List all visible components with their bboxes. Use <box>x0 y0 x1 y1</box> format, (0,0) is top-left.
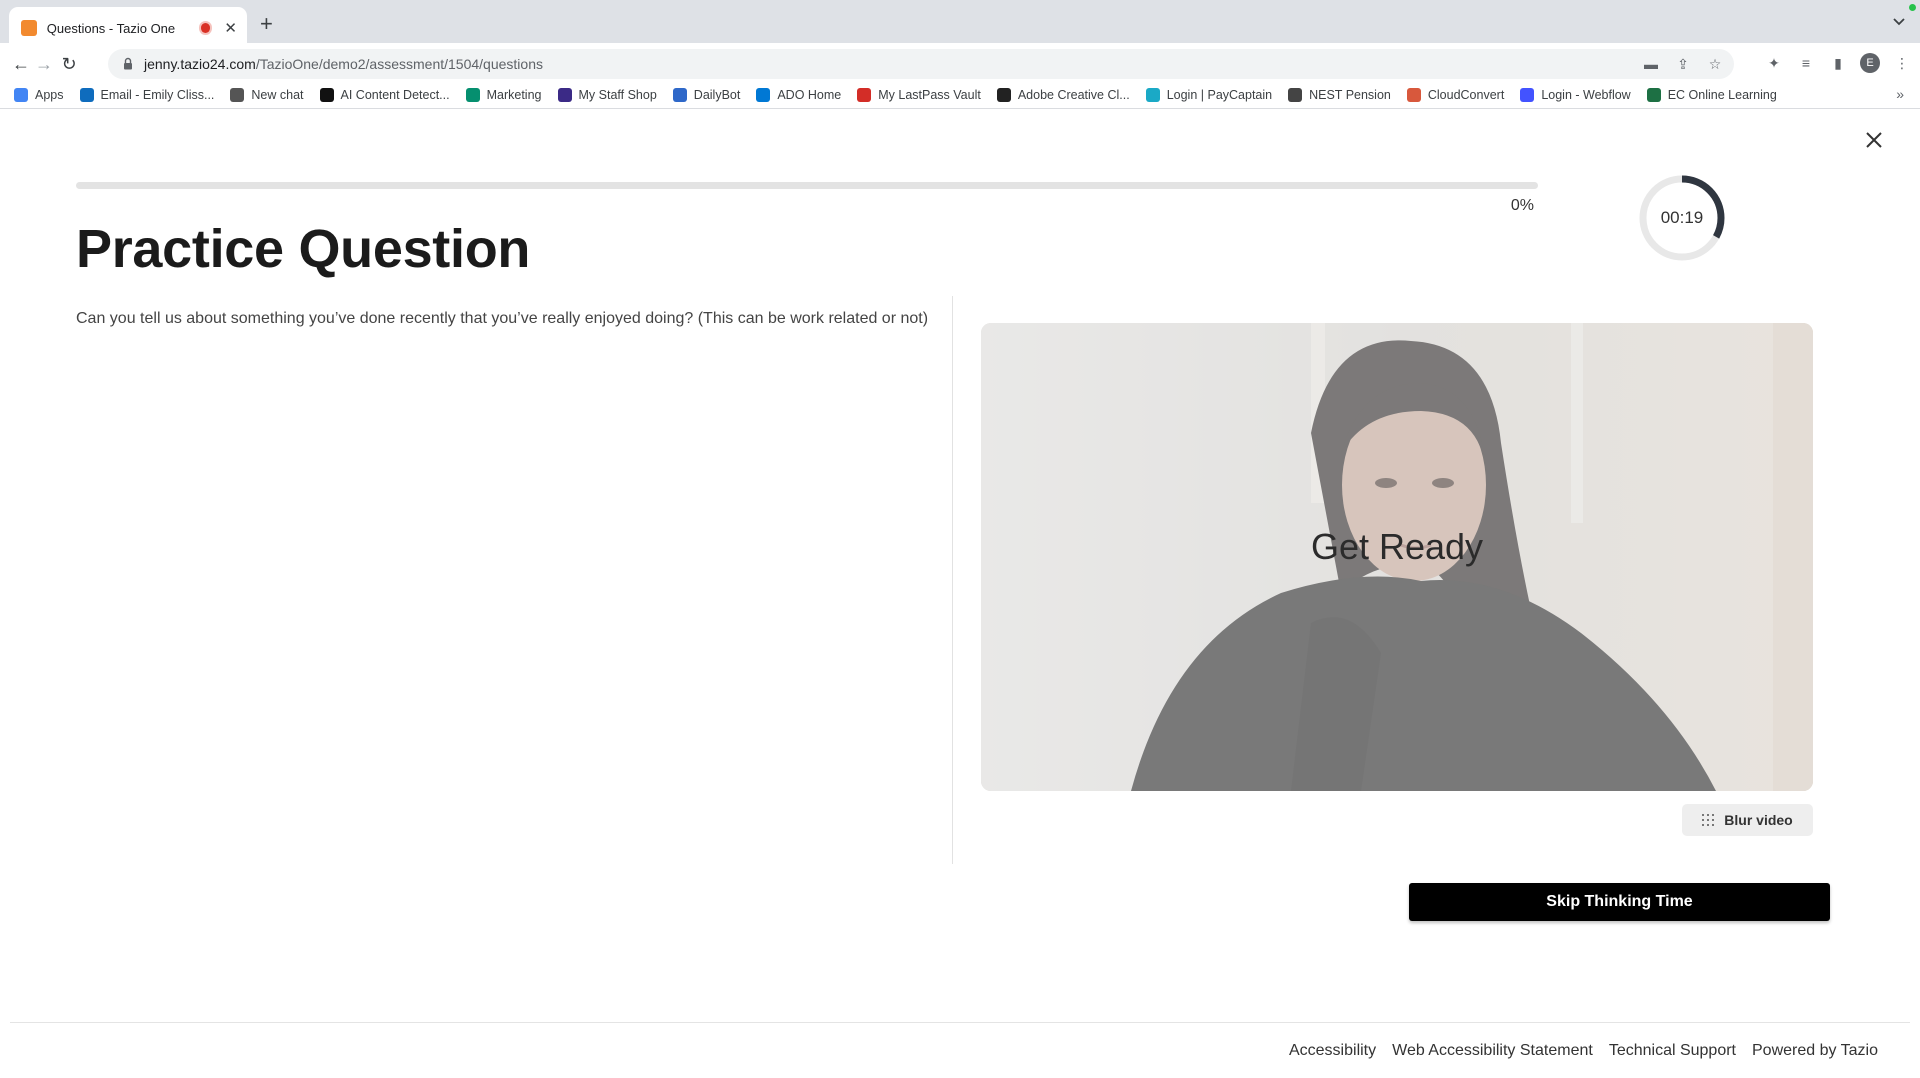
skip-thinking-time-button[interactable]: Skip Thinking Time <box>1409 883 1830 921</box>
bookmark-label: CloudConvert <box>1427 87 1505 102</box>
reload-button[interactable]: ↻ <box>58 53 80 75</box>
cloudconvert-icon <box>1406 87 1421 102</box>
bookmark-label: Login - Webflow <box>1541 87 1631 102</box>
profile-avatar[interactable]: E <box>1860 53 1880 73</box>
footer-divider <box>10 1022 1910 1023</box>
bookmark-label: Apps <box>35 87 64 102</box>
footer-support-link[interactable]: Technical Support <box>1609 1042 1736 1060</box>
sharepoint-icon <box>465 87 480 102</box>
browser-toolbar: ← → ↻ jenny.tazio24.com /TazioOne/demo2/… <box>0 43 1920 84</box>
footer-statement-link[interactable]: Web Accessibility Statement <box>1392 1042 1593 1060</box>
menu-kebab-icon[interactable]: ⋮ <box>1892 53 1912 73</box>
get-ready-label: Get Ready <box>1310 526 1484 567</box>
apps-grid-icon <box>14 87 28 102</box>
progress-bar <box>76 182 1538 189</box>
bookmark-label: Email - Emily Cliss... <box>100 87 215 102</box>
openai-icon <box>230 87 245 102</box>
new-tab-button[interactable]: + <box>260 13 273 35</box>
bookmark-label: My Staff Shop <box>578 87 657 102</box>
close-icon[interactable] <box>1862 128 1886 152</box>
footer-accessibility-link[interactable]: Accessibility <box>1289 1042 1376 1060</box>
window-status-dot <box>1909 4 1916 11</box>
forward-button[interactable]: → <box>33 53 55 75</box>
bookmark-item[interactable]: Login - Webflow <box>1520 87 1631 102</box>
address-bar[interactable]: jenny.tazio24.com /TazioOne/demo2/assess… <box>108 49 1734 79</box>
bookmark-item[interactable]: Login | PayCaptain <box>1145 87 1273 102</box>
countdown-timer: 00:19 <box>1638 174 1726 262</box>
bookmark-label: Marketing <box>486 87 542 102</box>
question-text: Can you tell us about something you’ve d… <box>76 310 929 327</box>
webcam-preview: Get Ready <box>981 323 1813 791</box>
recording-indicator-icon <box>200 23 211 33</box>
bookmark-item[interactable]: Email - Emily Cliss... <box>79 87 215 102</box>
url-path: /TazioOne/demo2/assessment/1504/question… <box>255 56 543 72</box>
bookmark-item[interactable]: DailyBot <box>672 87 741 102</box>
progress-percent: 0% <box>1510 197 1534 214</box>
bookmark-label: Adobe Creative Cl... <box>1017 87 1130 102</box>
bookmarks-bar: Apps Email - Emily Cliss... New chat AI Con… <box>0 81 1920 109</box>
tab-search-icon[interactable] <box>1892 14 1906 28</box>
blur-video-button[interactable]: Blur video <box>1682 804 1813 836</box>
lock-icon <box>124 57 132 70</box>
adobe-icon <box>996 87 1011 102</box>
column-divider <box>952 296 953 864</box>
tab-close-icon[interactable]: ✕ <box>224 21 237 36</box>
bookmark-label: Login | PayCaptain <box>1166 87 1273 102</box>
share-icon[interactable]: ⇪ <box>1674 55 1692 73</box>
assessment-page: 0% 00:19 Practice Question Can you tell … <box>0 110 1920 1078</box>
bookmark-item[interactable]: My LastPass Vault <box>857 87 981 102</box>
tab-strip: Questions - Tazio One ✕ + <box>0 0 1920 49</box>
bookmark-star-icon[interactable]: ☆ <box>1706 55 1724 73</box>
bookmark-item[interactable]: New chat <box>230 87 304 102</box>
bookmark-item[interactable]: NEST Pension <box>1288 87 1391 102</box>
url-host: jenny.tazio24.com <box>144 56 256 72</box>
footer-powered-link[interactable]: Powered by Tazio <box>1752 1042 1878 1060</box>
timer-label: 00:19 <box>1660 208 1704 227</box>
side-panel-icon[interactable]: ▮ <box>1828 53 1848 73</box>
blur-grid-icon <box>1702 814 1715 826</box>
bookmark-label: DailyBot <box>693 87 741 102</box>
tab-title: Questions - Tazio One <box>46 20 176 36</box>
bookmark-item[interactable]: Adobe Creative Cl... <box>996 87 1130 102</box>
bookmark-label: EC Online Learning <box>1667 87 1777 102</box>
bookmark-item[interactable]: CloudConvert <box>1406 87 1505 102</box>
blur-video-label: Blur video <box>1724 812 1793 828</box>
bookmark-item[interactable]: EC Online Learning <box>1646 87 1777 102</box>
azure-devops-icon <box>756 87 771 102</box>
mystaffshop-icon <box>557 87 572 102</box>
bookmark-label: AI Content Detect... <box>340 87 450 102</box>
bookmarks-overflow-icon[interactable]: » <box>1896 86 1904 102</box>
outlook-icon <box>79 87 94 102</box>
bookmark-item[interactable]: Apps <box>14 87 64 102</box>
bookmark-item[interactable]: ADO Home <box>756 87 842 102</box>
camera-in-use-icon[interactable]: ▬ <box>1642 55 1660 73</box>
bookmark-item[interactable]: AI Content Detect... <box>319 87 450 102</box>
webflow-icon <box>1520 87 1535 102</box>
extensions-puzzle-icon[interactable]: ✦ <box>1764 53 1784 73</box>
back-button[interactable]: ← <box>10 53 32 75</box>
reading-list-icon[interactable]: ≡ <box>1796 53 1816 73</box>
paycaptain-icon <box>1145 87 1160 102</box>
bookmark-label: NEST Pension <box>1309 87 1391 102</box>
dailybot-icon <box>672 87 687 102</box>
lastpass-icon <box>857 87 872 102</box>
writer-w-icon <box>319 87 334 102</box>
bookmark-label: ADO Home <box>777 87 842 102</box>
footer-links: Accessibility Web Accessibility Statemen… <box>1289 1042 1878 1060</box>
bookmark-item[interactable]: My Staff Shop <box>557 87 657 102</box>
nest-icon <box>1288 87 1303 102</box>
bookmark-item[interactable]: Marketing <box>465 87 542 102</box>
tazio-favicon-icon <box>21 20 37 36</box>
page-title: Practice Question <box>76 219 531 279</box>
bookmark-label: New chat <box>251 87 304 102</box>
excel-icon <box>1646 87 1661 102</box>
bookmark-label: My LastPass Vault <box>878 87 981 102</box>
